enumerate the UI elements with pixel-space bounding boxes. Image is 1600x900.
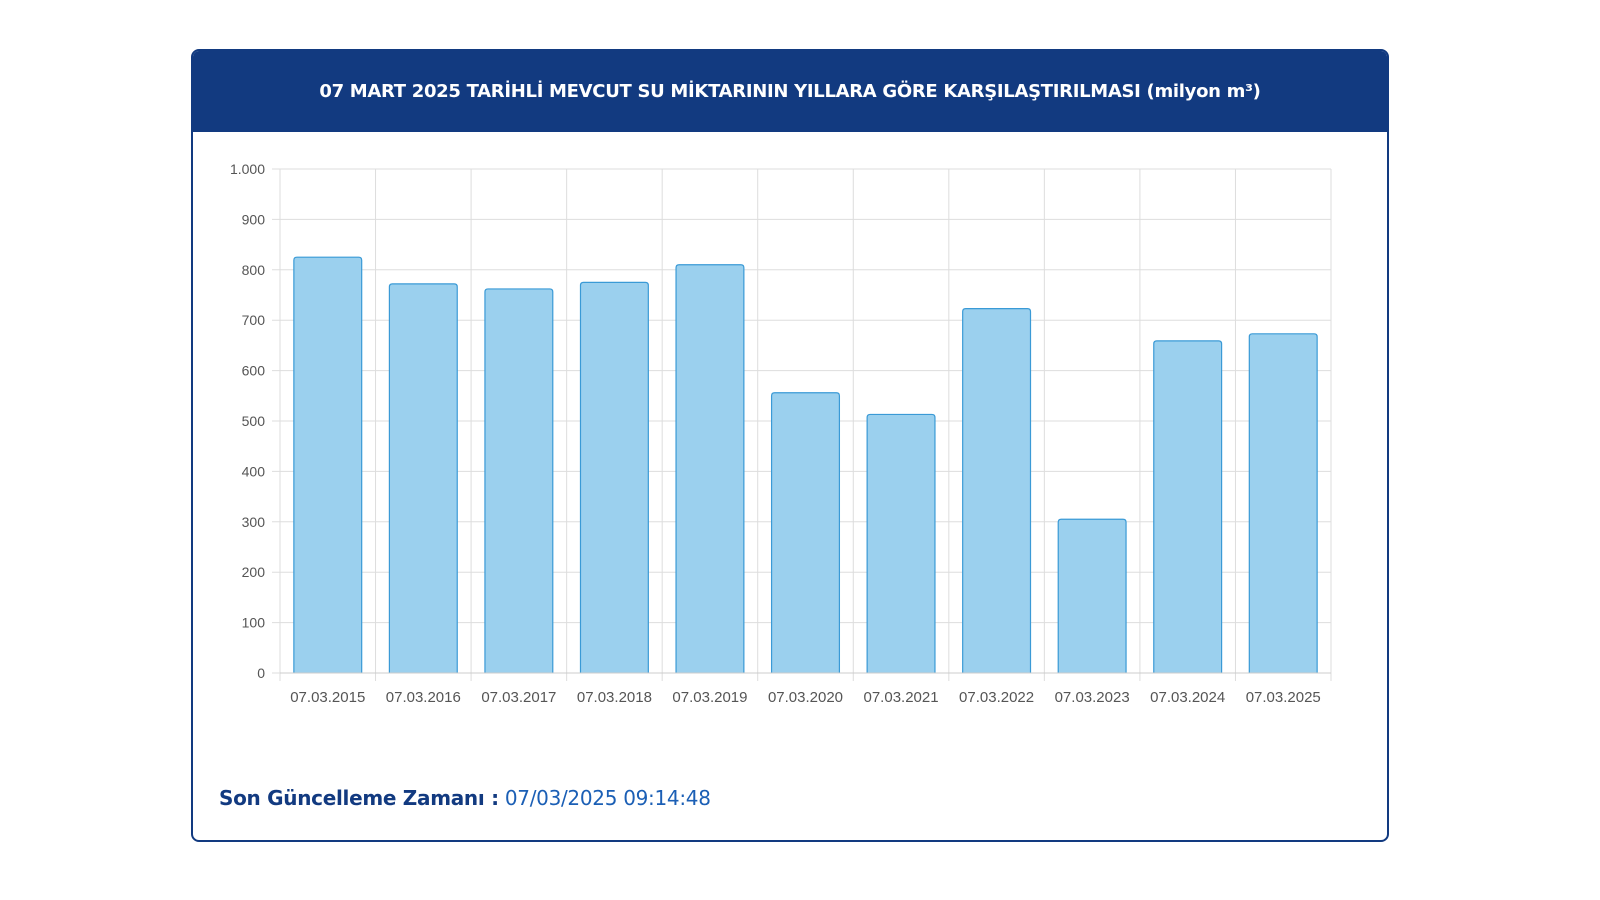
last-update-value: 07/03/2025 09:14:48 xyxy=(504,786,711,810)
x-tick-label: 07.03.2016 xyxy=(386,689,461,706)
bar xyxy=(1248,333,1318,673)
bar xyxy=(962,308,1032,673)
y-tick-label: 700 xyxy=(242,312,266,328)
chart-title: 07 MART 2025 TARİHLİ MEVCUT SU MİKTARINI… xyxy=(193,51,1387,132)
bar xyxy=(866,413,936,673)
y-tick-label: 600 xyxy=(242,363,266,379)
x-tick-label: 07.03.2025 xyxy=(1246,689,1321,706)
x-tick-label: 07.03.2017 xyxy=(481,689,556,706)
bar xyxy=(675,264,745,673)
x-tick-label: 07.03.2023 xyxy=(1055,689,1130,706)
x-tick-label: 07.03.2020 xyxy=(768,689,843,706)
bar xyxy=(1153,340,1223,673)
x-tick-label: 07.03.2018 xyxy=(577,689,652,706)
bar xyxy=(579,281,649,673)
y-tick-label: 800 xyxy=(242,262,266,278)
y-tick-label: 300 xyxy=(242,514,266,530)
last-update-label: Son Güncelleme Zamanı : xyxy=(219,786,499,810)
chart-svg: 0 100 200 300 400 500 600 700 800 900 1.000 07.03.2… xyxy=(230,161,1332,706)
y-tick-label: 100 xyxy=(242,615,266,631)
y-tick-label: 200 xyxy=(242,564,266,580)
last-update: Son Güncelleme Zamanı : 07/03/2025 09:14… xyxy=(219,786,711,810)
x-tick-label: 07.03.2015 xyxy=(290,689,365,706)
chart-card: 07 MART 2025 TARİHLİ MEVCUT SU MİKTARINI… xyxy=(191,49,1389,842)
x-tick-label: 07.03.2022 xyxy=(959,689,1034,706)
bar xyxy=(293,256,363,673)
bar xyxy=(770,392,841,673)
bar xyxy=(1057,518,1127,673)
x-tick-label: 07.03.2019 xyxy=(672,689,747,706)
x-tick-label: 07.03.2024 xyxy=(1150,689,1225,706)
y-tick-label: 400 xyxy=(242,463,266,479)
x-tick-label: 07.03.2021 xyxy=(864,689,939,706)
y-tick-label: 500 xyxy=(242,413,266,429)
bar-chart: 0 100 200 300 400 500 600 700 800 900 1.000 07.03.2… xyxy=(193,132,1387,782)
y-tick-label: 1.000 xyxy=(230,161,265,177)
y-tick-label: 0 xyxy=(257,665,265,681)
bar xyxy=(388,283,458,673)
bar xyxy=(484,288,554,673)
y-tick-label: 900 xyxy=(242,211,266,227)
